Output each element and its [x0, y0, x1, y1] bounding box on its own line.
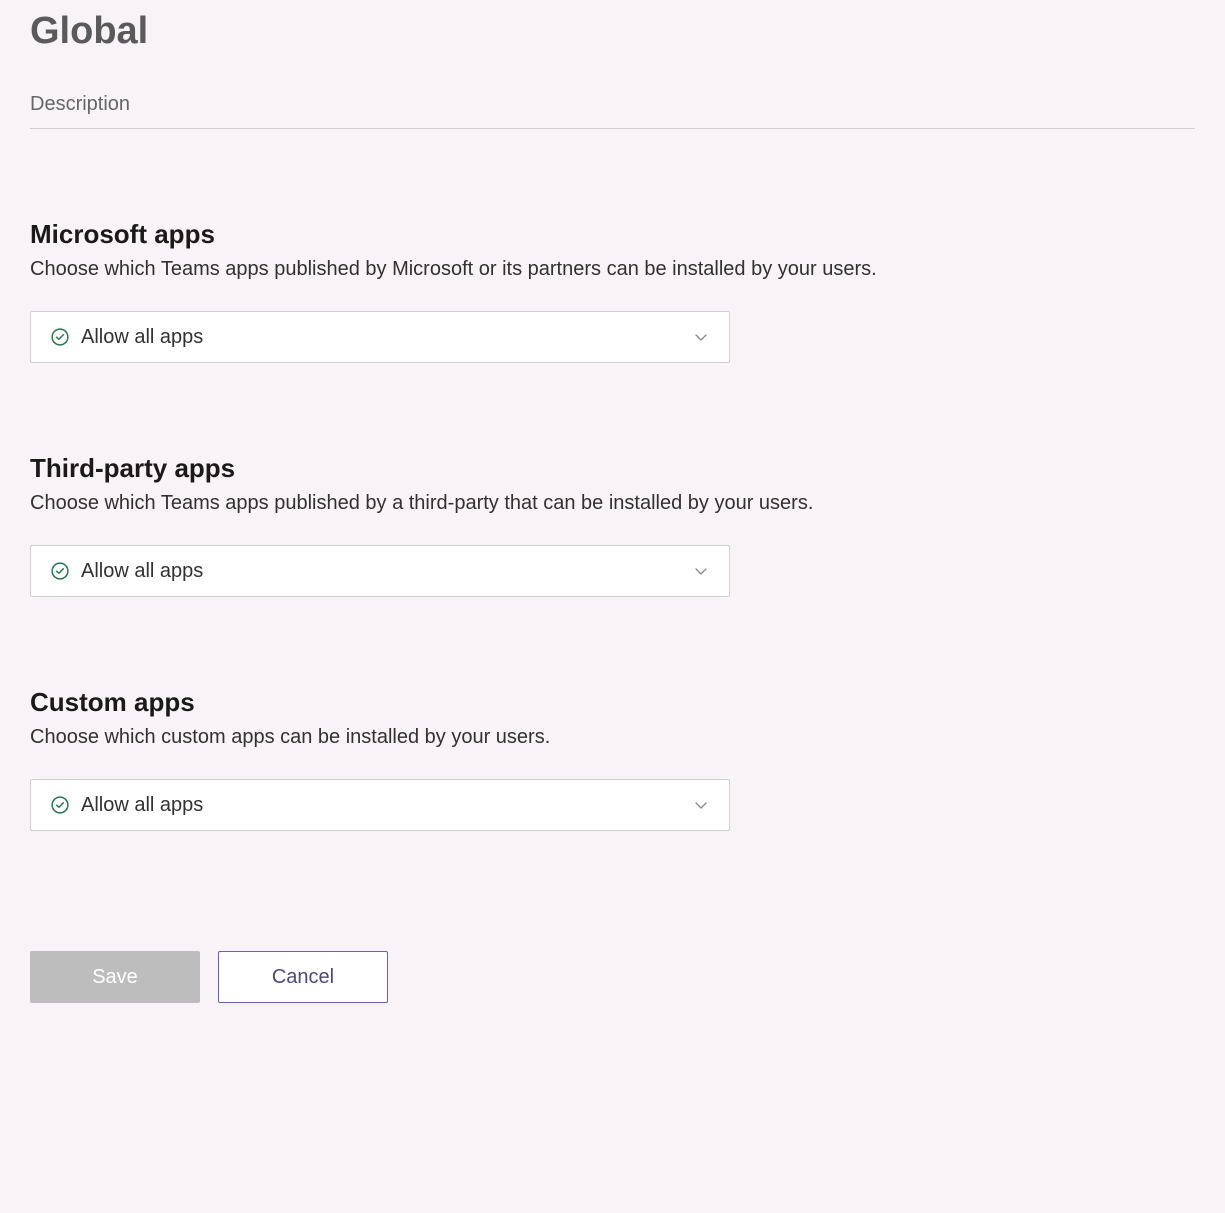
- section-thirdparty-title: Third-party apps: [30, 453, 1195, 484]
- thirdparty-apps-dropdown[interactable]: Allow all apps: [30, 545, 730, 597]
- dropdown-content: Allow all apps: [51, 794, 203, 817]
- save-button[interactable]: Save: [30, 951, 200, 1003]
- description-field-label[interactable]: Description: [30, 93, 1195, 129]
- section-custom-apps: Custom apps Choose which custom apps can…: [30, 687, 1195, 831]
- page-title: Global: [30, 10, 1195, 53]
- cancel-button[interactable]: Cancel: [218, 951, 388, 1003]
- chevron-down-icon: [693, 797, 709, 813]
- check-circle-icon: [51, 796, 69, 814]
- dropdown-content: Allow all apps: [51, 560, 203, 583]
- custom-apps-dropdown[interactable]: Allow all apps: [30, 779, 730, 831]
- section-custom-title: Custom apps: [30, 687, 1195, 718]
- microsoft-apps-dropdown[interactable]: Allow all apps: [30, 311, 730, 363]
- check-circle-icon: [51, 562, 69, 580]
- check-circle-icon: [51, 328, 69, 346]
- custom-apps-selected: Allow all apps: [81, 794, 203, 817]
- microsoft-apps-selected: Allow all apps: [81, 326, 203, 349]
- section-custom-desc: Choose which custom apps can be installe…: [30, 726, 1195, 749]
- section-microsoft-desc: Choose which Teams apps published by Mic…: [30, 258, 1195, 281]
- thirdparty-apps-selected: Allow all apps: [81, 560, 203, 583]
- chevron-down-icon: [693, 329, 709, 345]
- dropdown-content: Allow all apps: [51, 326, 203, 349]
- chevron-down-icon: [693, 563, 709, 579]
- section-microsoft-apps: Microsoft apps Choose which Teams apps p…: [30, 219, 1195, 363]
- section-microsoft-title: Microsoft apps: [30, 219, 1195, 250]
- footer-actions: Save Cancel: [30, 951, 1195, 1003]
- section-thirdparty-desc: Choose which Teams apps published by a t…: [30, 492, 1195, 515]
- section-thirdparty-apps: Third-party apps Choose which Teams apps…: [30, 453, 1195, 597]
